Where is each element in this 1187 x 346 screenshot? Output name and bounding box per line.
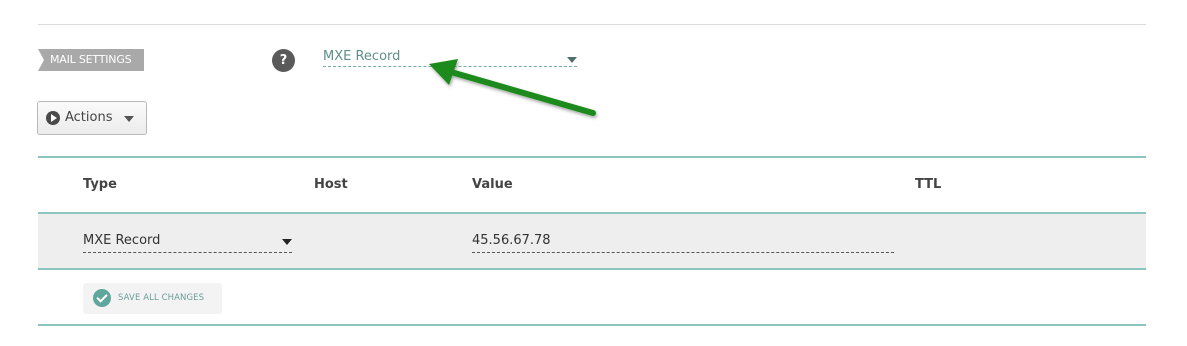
question-mark-icon[interactable]: ? [272, 49, 295, 72]
record-value-text: 45.56.67.78 [472, 233, 551, 248]
green-arrow-icon [429, 59, 596, 116]
play-circle-icon [46, 111, 60, 125]
table-bottom-divider [38, 324, 1146, 326]
caret-down-icon [282, 239, 292, 245]
column-header-value: Value [472, 177, 513, 192]
caret-down-icon [124, 116, 134, 122]
table-row-divider [38, 268, 1146, 270]
check-circle-icon [93, 289, 111, 307]
actions-label: Actions [65, 110, 113, 125]
top-divider [38, 24, 1146, 25]
record-type-select[interactable]: MXE Record [83, 231, 292, 253]
mail-settings-selected-value: MXE Record [323, 49, 401, 64]
column-header-type: Type [83, 177, 117, 192]
mail-settings-tag: MAIL SETTINGS [38, 49, 144, 71]
actions-button[interactable]: Actions [37, 101, 147, 135]
table-top-divider [38, 156, 1146, 158]
record-type-value: MXE Record [83, 233, 161, 248]
column-header-host: Host [314, 177, 348, 192]
save-all-changes-button[interactable]: SAVE ALL CHANGES [83, 283, 222, 314]
record-value-input[interactable]: 45.56.67.78 [472, 231, 894, 253]
save-all-changes-label: SAVE ALL CHANGES [118, 293, 205, 303]
column-header-ttl: TTL [915, 177, 942, 192]
